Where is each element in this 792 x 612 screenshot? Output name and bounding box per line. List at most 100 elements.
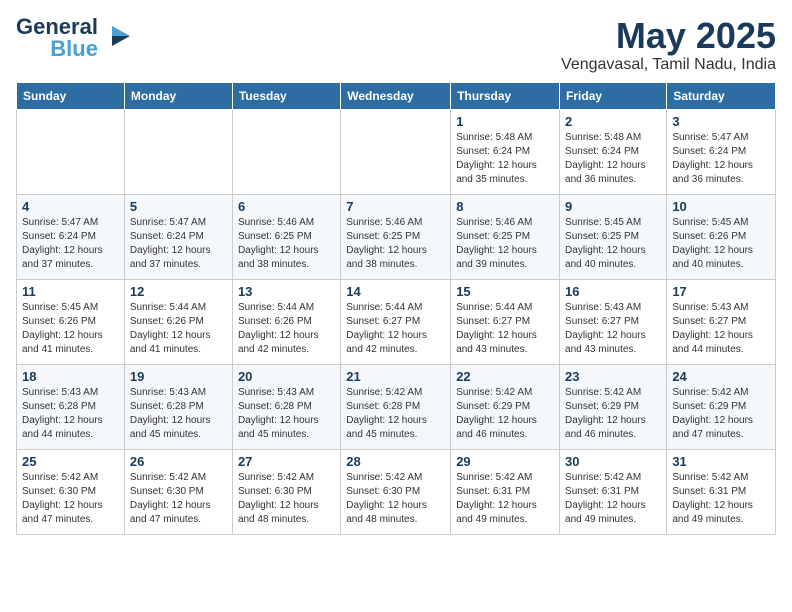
day-number: 15 <box>456 284 554 299</box>
calendar-cell: 20 Sunrise: 5:43 AMSunset: 6:28 PMDayligh… <box>232 364 340 449</box>
day-number: 31 <box>672 454 770 469</box>
calendar-cell: 16 Sunrise: 5:43 AMSunset: 6:27 PMDayligh… <box>560 279 667 364</box>
day-info: Sunrise: 5:43 AMSunset: 6:28 PMDaylight:… <box>238 386 335 442</box>
calendar-cell: 7 Sunrise: 5:46 AMSunset: 6:25 PMDaylight… <box>341 194 451 279</box>
title-block: May 2025 Vengavasal, Tamil Nadu, India <box>561 16 776 74</box>
day-number: 3 <box>672 114 770 129</box>
calendar-cell: 27Sunrise: 5:42 AMSunset: 6:30 PMDayligh… <box>232 449 340 534</box>
day-number: 1 <box>456 114 554 129</box>
page-header: General Blue May 2025 Vengavasal, Tamil … <box>16 16 776 74</box>
day-info: Sunrise: 5:42 AMSunset: 6:28 PMDaylight:… <box>346 386 445 442</box>
header-tuesday: Tuesday <box>232 82 340 109</box>
day-number: 29 <box>456 454 554 469</box>
day-number: 5 <box>130 199 227 214</box>
calendar-cell: 4 Sunrise: 5:47 AMSunset: 6:24 PMDaylight… <box>17 194 125 279</box>
day-number: 20 <box>238 369 335 384</box>
location-subtitle: Vengavasal, Tamil Nadu, India <box>561 56 776 74</box>
day-number: 10 <box>672 199 770 214</box>
header-friday: Friday <box>560 82 667 109</box>
calendar-cell: 15 Sunrise: 5:44 AMSunset: 6:27 PMDayligh… <box>451 279 560 364</box>
calendar-body: 1 Sunrise: 5:48 AMSunset: 6:24 PMDaylight… <box>17 109 776 534</box>
day-number: 25 <box>22 454 119 469</box>
day-info: Sunrise: 5:43 AMSunset: 6:28 PMDaylight:… <box>22 386 119 442</box>
day-info: Sunrise: 5:44 AMSunset: 6:27 PMDaylight:… <box>456 301 554 357</box>
calendar-cell: 5 Sunrise: 5:47 AMSunset: 6:24 PMDaylight… <box>124 194 232 279</box>
day-number: 17 <box>672 284 770 299</box>
logo-bird-icon <box>102 18 132 59</box>
day-info: Sunrise: 5:44 AMSunset: 6:27 PMDaylight:… <box>346 301 445 357</box>
day-info: Sunrise: 5:42 AMSunset: 6:30 PMDaylight:… <box>238 471 335 527</box>
calendar-cell: 23Sunrise: 5:42 AMSunset: 6:29 PMDayligh… <box>560 364 667 449</box>
day-info: Sunrise: 5:43 AMSunset: 6:27 PMDaylight:… <box>565 301 661 357</box>
calendar-cell: 21 Sunrise: 5:42 AMSunset: 6:28 PMDayligh… <box>341 364 451 449</box>
day-number: 4 <box>22 199 119 214</box>
header-sunday: Sunday <box>17 82 125 109</box>
day-number: 16 <box>565 284 661 299</box>
day-number: 14 <box>346 284 445 299</box>
header-wednesday: Wednesday <box>341 82 451 109</box>
calendar-cell <box>17 109 125 194</box>
day-number: 12 <box>130 284 227 299</box>
day-info: Sunrise: 5:43 AMSunset: 6:27 PMDaylight:… <box>672 301 770 357</box>
day-info: Sunrise: 5:42 AMSunset: 6:30 PMDaylight:… <box>22 471 119 527</box>
day-info: Sunrise: 5:42 AMSunset: 6:31 PMDaylight:… <box>456 471 554 527</box>
day-info: Sunrise: 5:48 AMSunset: 6:24 PMDaylight:… <box>456 131 554 187</box>
calendar-cell: 11Sunrise: 5:45 AMSunset: 6:26 PMDayligh… <box>17 279 125 364</box>
day-number: 22 <box>456 369 554 384</box>
day-number: 28 <box>346 454 445 469</box>
day-number: 7 <box>346 199 445 214</box>
day-info: Sunrise: 5:45 AMSunset: 6:25 PMDaylight:… <box>565 216 661 272</box>
logo: General Blue <box>16 16 132 60</box>
calendar-cell: 6 Sunrise: 5:46 AMSunset: 6:25 PMDaylight… <box>232 194 340 279</box>
day-info: Sunrise: 5:46 AMSunset: 6:25 PMDaylight:… <box>456 216 554 272</box>
day-number: 30 <box>565 454 661 469</box>
day-number: 21 <box>346 369 445 384</box>
calendar-header: Sunday Monday Tuesday Wednesday Thursday… <box>17 82 776 109</box>
calendar-cell: 9Sunrise: 5:45 AMSunset: 6:25 PMDaylight… <box>560 194 667 279</box>
calendar-cell: 8 Sunrise: 5:46 AMSunset: 6:25 PMDaylight… <box>451 194 560 279</box>
day-info: Sunrise: 5:46 AMSunset: 6:25 PMDaylight:… <box>346 216 445 272</box>
calendar-cell: 24 Sunrise: 5:42 AMSunset: 6:29 PMDayligh… <box>667 364 776 449</box>
day-info: Sunrise: 5:43 AMSunset: 6:28 PMDaylight:… <box>130 386 227 442</box>
day-number: 2 <box>565 114 661 129</box>
calendar-cell: 29 Sunrise: 5:42 AMSunset: 6:31 PMDayligh… <box>451 449 560 534</box>
header-monday: Monday <box>124 82 232 109</box>
day-info: Sunrise: 5:46 AMSunset: 6:25 PMDaylight:… <box>238 216 335 272</box>
calendar-cell: 19 Sunrise: 5:43 AMSunset: 6:28 PMDayligh… <box>124 364 232 449</box>
day-info: Sunrise: 5:42 AMSunset: 6:30 PMDaylight:… <box>346 471 445 527</box>
day-info: Sunrise: 5:42 AMSunset: 6:31 PMDaylight:… <box>565 471 661 527</box>
calendar-cell: 2Sunrise: 5:48 AMSunset: 6:24 PMDaylight… <box>560 109 667 194</box>
day-info: Sunrise: 5:42 AMSunset: 6:29 PMDaylight:… <box>456 386 554 442</box>
calendar-cell: 22 Sunrise: 5:42 AMSunset: 6:29 PMDayligh… <box>451 364 560 449</box>
day-number: 24 <box>672 369 770 384</box>
day-info: Sunrise: 5:47 AMSunset: 6:24 PMDaylight:… <box>22 216 119 272</box>
calendar-table: Sunday Monday Tuesday Wednesday Thursday… <box>16 82 776 535</box>
day-number: 6 <box>238 199 335 214</box>
header-saturday: Saturday <box>667 82 776 109</box>
calendar-cell: 1 Sunrise: 5:48 AMSunset: 6:24 PMDaylight… <box>451 109 560 194</box>
calendar-cell: 25 Sunrise: 5:42 AMSunset: 6:30 PMDayligh… <box>17 449 125 534</box>
month-title: May 2025 <box>561 16 776 56</box>
day-number: 13 <box>238 284 335 299</box>
day-info: Sunrise: 5:44 AMSunset: 6:26 PMDaylight:… <box>130 301 227 357</box>
calendar-cell: 26Sunrise: 5:42 AMSunset: 6:30 PMDayligh… <box>124 449 232 534</box>
day-info: Sunrise: 5:47 AMSunset: 6:24 PMDaylight:… <box>130 216 227 272</box>
calendar-cell <box>124 109 232 194</box>
logo-general: General <box>16 16 98 38</box>
day-number: 8 <box>456 199 554 214</box>
calendar-cell: 18 Sunrise: 5:43 AMSunset: 6:28 PMDayligh… <box>17 364 125 449</box>
day-info: Sunrise: 5:44 AMSunset: 6:26 PMDaylight:… <box>238 301 335 357</box>
calendar-cell: 30 Sunrise: 5:42 AMSunset: 6:31 PMDayligh… <box>560 449 667 534</box>
calendar-cell <box>341 109 451 194</box>
logo-blue: Blue <box>50 38 98 60</box>
calendar-cell <box>232 109 340 194</box>
day-number: 19 <box>130 369 227 384</box>
calendar-cell: 12 Sunrise: 5:44 AMSunset: 6:26 PMDayligh… <box>124 279 232 364</box>
day-info: Sunrise: 5:42 AMSunset: 6:31 PMDaylight:… <box>672 471 770 527</box>
day-info: Sunrise: 5:42 AMSunset: 6:29 PMDaylight:… <box>672 386 770 442</box>
calendar-cell: 3Sunrise: 5:47 AMSunset: 6:24 PMDaylight… <box>667 109 776 194</box>
calendar-cell: 28 Sunrise: 5:42 AMSunset: 6:30 PMDayligh… <box>341 449 451 534</box>
day-number: 18 <box>22 369 119 384</box>
day-number: 26 <box>130 454 227 469</box>
day-number: 23 <box>565 369 661 384</box>
